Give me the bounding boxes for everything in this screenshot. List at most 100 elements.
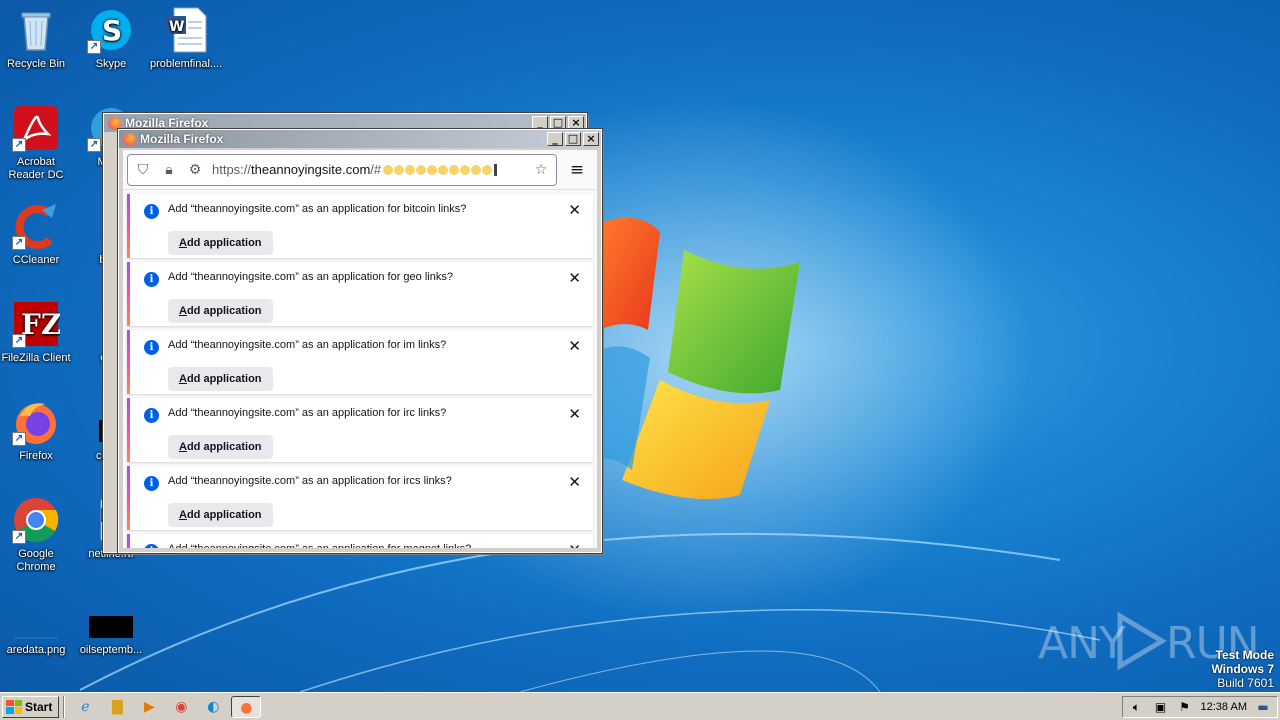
firefox-icon: ↗: [12, 398, 60, 446]
close-notification-icon[interactable]: ✕: [568, 269, 581, 287]
minimize-button[interactable]: _: [547, 132, 563, 146]
close-button[interactable]: ×: [583, 132, 599, 146]
volume-icon[interactable]: 🔈︎: [1129, 699, 1145, 715]
system-tray: 🔈︎ ▣ ⚑ 12:38 AM ▬: [1121, 696, 1278, 718]
test-mode-line: Test Mode: [1215, 648, 1274, 662]
close-notification-icon[interactable]: ✕: [568, 473, 581, 491]
build-line: Build 7601: [1217, 676, 1274, 690]
notification-bar: i Add “theannoyingsite.com” as an applica…: [127, 534, 593, 548]
add-application-button[interactable]: Add application: [168, 299, 273, 323]
desktop-icon-chrome[interactable]: ↗ Google Chrome: [0, 496, 72, 574]
firefox-window-front[interactable]: Mozilla Firefox _ □ × ⛉ 🔒︎ ⚙ https://the…: [117, 128, 603, 554]
button-label: dd application: [186, 237, 262, 249]
add-application-button[interactable]: Add application: [168, 503, 273, 527]
shortcut-arrow-icon: ↗: [12, 138, 26, 152]
add-application-button[interactable]: Add application: [168, 435, 273, 459]
browser-content: ⛉ 🔒︎ ⚙ https://theannoyingsite.com/# ☆ ≡…: [123, 150, 597, 548]
shortcut-arrow-icon: ↗: [12, 530, 26, 544]
icon-label: Skype: [95, 58, 127, 70]
button-label: dd application: [186, 509, 262, 521]
ccleaner-icon: ↗: [12, 202, 60, 250]
firefox-taskbar-button[interactable]: ●: [231, 695, 262, 718]
notification-bar: i Add “theannoyingsite.com” as an applica…: [127, 398, 593, 462]
lock-icon[interactable]: 🔒︎: [160, 161, 178, 179]
internet-explorer-icon[interactable]: ℯ: [74, 696, 96, 718]
explorer-folder-icon[interactable]: ▇: [106, 696, 128, 718]
window-titlebar[interactable]: Mozilla Firefox _ □ ×: [119, 130, 601, 148]
access-key: A: [179, 441, 187, 453]
start-button[interactable]: Start: [2, 695, 60, 718]
bookmark-star-icon[interactable]: ☆: [532, 161, 550, 179]
close-notification-icon[interactable]: ✕: [568, 405, 581, 423]
access-key: A: [179, 509, 187, 521]
desktop-icon-aredata[interactable]: aredata.png: [0, 606, 72, 657]
shortcut-arrow-icon: ↗: [12, 236, 26, 250]
edge-taskbar-icon[interactable]: ◐: [202, 696, 224, 718]
desktop-icon-ccleaner[interactable]: ↗ CCleaner: [0, 202, 72, 267]
shield-icon[interactable]: ⛉: [134, 161, 152, 179]
icon-label: aredata.png: [6, 644, 66, 656]
notification-message: Add “theannoyingsite.com” as an applicat…: [168, 203, 467, 215]
permissions-icon[interactable]: ⚙: [186, 161, 204, 179]
clock[interactable]: 12:38 AM: [1201, 701, 1247, 713]
info-icon: i: [144, 476, 159, 491]
url-scheme: https://: [212, 162, 252, 177]
text-cursor: [494, 163, 498, 176]
shortcut-arrow-icon: ↗: [12, 334, 26, 348]
file-icon: [87, 606, 135, 640]
filezilla-icon: FZ ↗: [12, 300, 61, 348]
icon-label: oilseptemb...: [79, 644, 143, 656]
minimize-button[interactable]: _: [532, 116, 548, 130]
info-icon: i: [144, 340, 159, 355]
chrome-icon: ↗: [12, 496, 60, 544]
access-key: A: [179, 237, 187, 249]
access-key: A: [179, 305, 187, 317]
notification-bar: i Add “theannoyingsite.com” as an applica…: [127, 330, 593, 394]
anyrun-watermark: ANY RUN: [1038, 612, 1260, 670]
play-logo-icon: [1117, 612, 1167, 670]
notification-message: Add “theannoyingsite.com” as an applicat…: [168, 543, 471, 548]
icon-label: FileZilla Client: [1, 352, 71, 364]
show-desktop-icon[interactable]: ▬: [1255, 699, 1271, 715]
icon-label: Acrobat Reader DC: [8, 156, 64, 181]
desktop-icon-firefox[interactable]: ↗ Firefox: [0, 398, 72, 463]
firefox-logo-icon: [123, 132, 136, 146]
close-button[interactable]: ×: [568, 116, 584, 130]
navigation-toolbar: ⛉ 🔒︎ ⚙ https://theannoyingsite.com/# ☆ ≡: [123, 150, 597, 190]
shortcut-arrow-icon: ↗: [12, 432, 26, 446]
chrome-taskbar-icon[interactable]: ◉: [170, 696, 192, 718]
maximize-button[interactable]: □: [565, 132, 581, 146]
window-title: Mozilla Firefox: [125, 116, 209, 130]
url-emoji-hash: [383, 164, 493, 175]
desktop-icon-recycle-bin[interactable]: Recycle Bin: [0, 6, 72, 71]
desktop-icon-oilseptemb[interactable]: oilseptemb...: [75, 606, 147, 657]
svg-text:S: S: [102, 14, 122, 47]
close-notification-icon[interactable]: ✕: [568, 541, 581, 548]
network-icon[interactable]: ▣: [1153, 699, 1169, 715]
info-icon: i: [144, 204, 159, 219]
address-bar[interactable]: ⛉ 🔒︎ ⚙ https://theannoyingsite.com/# ☆: [127, 153, 557, 186]
button-label: dd application: [186, 441, 262, 453]
shortcut-arrow-icon: ↗: [87, 40, 101, 54]
desktop-icon-acrobat[interactable]: ↗ Acrobat Reader DC: [0, 104, 72, 182]
notification-bar: i Add “theannoyingsite.com” as an applica…: [127, 262, 593, 326]
add-application-button[interactable]: Add application: [168, 367, 273, 391]
button-label: dd application: [186, 305, 262, 317]
windows-version-line: Windows 7: [1211, 662, 1274, 676]
media-player-icon[interactable]: ▶: [138, 696, 160, 718]
icon-label: problemfinal....: [150, 58, 223, 70]
close-notification-icon[interactable]: ✕: [568, 201, 581, 219]
firefox-logo-icon: [108, 116, 121, 130]
url-text[interactable]: https://theannoyingsite.com/#: [212, 162, 524, 177]
action-center-flag-icon[interactable]: ⚑: [1177, 699, 1193, 715]
desktop-icon-filezilla[interactable]: FZ ↗ FileZilla Client: [0, 300, 72, 365]
maximize-button[interactable]: □: [550, 116, 566, 130]
desktop-icon-skype[interactable]: S ↗ Skype: [75, 6, 147, 71]
add-application-button[interactable]: Add application: [168, 231, 273, 255]
notification-list: i Add “theannoyingsite.com” as an applica…: [123, 190, 597, 548]
svg-text:W: W: [169, 19, 184, 35]
close-notification-icon[interactable]: ✕: [568, 337, 581, 355]
desktop-icon-problemfinal[interactable]: W problemfinal....: [150, 6, 222, 71]
url-path: /#: [370, 162, 382, 177]
hamburger-menu-icon[interactable]: ≡: [563, 156, 591, 184]
